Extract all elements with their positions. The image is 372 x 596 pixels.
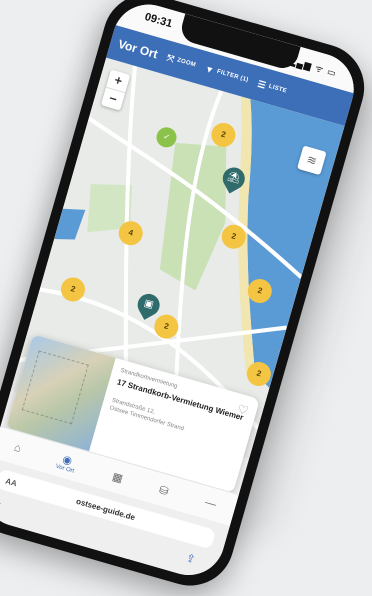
favorite-icon[interactable]: ♡ <box>236 402 250 418</box>
nav-calendar[interactable]: ▦ <box>111 469 125 484</box>
list-button[interactable]: ☰ LISTE <box>256 78 288 97</box>
nav-more[interactable]: — <box>204 496 218 511</box>
zoom-icon: ⤧ <box>165 52 176 64</box>
nav-home[interactable]: ⌂ <box>13 442 23 455</box>
more-icon: — <box>203 496 218 511</box>
nav-vor-ort[interactable]: ◉ Vor Ort <box>54 451 79 475</box>
status-time: 09:31 <box>143 10 174 31</box>
nav-transport[interactable]: ⛁ <box>158 483 170 498</box>
filter-button[interactable]: ▼ FILTER (1) <box>204 64 250 86</box>
zoom-button[interactable]: ⤧ ZOOM <box>166 52 198 71</box>
car-icon: ⛁ <box>157 483 170 498</box>
home-icon: ⌂ <box>12 441 23 456</box>
url-text: ostsee-guide.de <box>75 496 137 522</box>
list-icon: ☰ <box>256 78 268 91</box>
app-title: Vor Ort <box>116 36 160 62</box>
reader-button[interactable]: AA <box>5 476 19 488</box>
back-icon[interactable]: ‹ <box>0 497 3 512</box>
calendar-icon: ▦ <box>110 470 125 485</box>
share-icon[interactable]: ⇪ <box>184 551 196 566</box>
zoom-label: ZOOM <box>176 57 197 69</box>
nav-vor-ort-label: Vor Ort <box>54 463 75 475</box>
list-label: LISTE <box>267 83 288 95</box>
filter-icon: ▼ <box>203 63 216 76</box>
filter-label: FILTER (1) <box>216 68 250 84</box>
